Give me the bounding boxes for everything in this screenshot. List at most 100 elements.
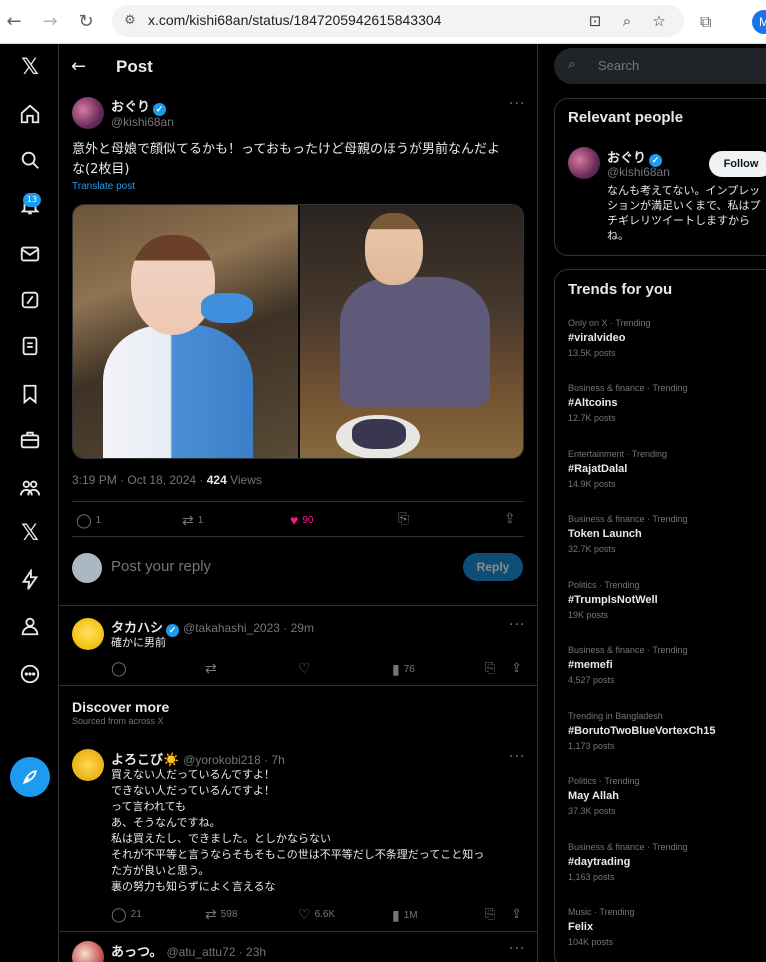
back-arrow-icon[interactable]: ← [4, 12, 24, 32]
lightning-icon[interactable] [14, 564, 46, 596]
repost-action[interactable]: ⇄ [205, 660, 221, 677]
jobs-icon[interactable] [14, 424, 46, 456]
divider [59, 931, 537, 932]
relevant-name[interactable]: おぐり ✓ [607, 147, 663, 167]
relevant-handle[interactable]: @kishi68an [607, 165, 670, 179]
repost-action[interactable]: ⇄ 598 [205, 906, 237, 923]
bookmark-icon[interactable]: ⎘ [485, 906, 495, 922]
reply-author-avatar[interactable] [72, 618, 104, 650]
bookmark-star-icon[interactable]: ☆ [650, 12, 668, 30]
tweet-author-handle[interactable]: @atu_attu72 · 23h [166, 945, 266, 959]
more-options-icon[interactable]: ··· [509, 96, 525, 112]
repost-action[interactable]: ⇄ 1 [182, 512, 203, 529]
photo-1[interactable] [73, 205, 298, 458]
left-sidebar: 𝕏 13 𝕏 [0, 44, 59, 962]
bookmark-icon[interactable]: ⎘ [398, 510, 409, 527]
photo-2[interactable] [300, 205, 523, 458]
trends-card: Trends for you Only on X · Trending #vira… [554, 269, 766, 962]
url-text[interactable]: x.com/kishi68an/status/18472059426158433… [148, 12, 441, 28]
reply-button[interactable]: Reply [463, 553, 523, 581]
bookmark-icon[interactable] [14, 378, 46, 410]
tweet-author-name[interactable]: よろこび☀️ @yorokobi218 · 7h [111, 749, 285, 768]
trend-item[interactable]: Business & finance · Trending Token Launc… [568, 514, 766, 554]
reply-author-name[interactable]: タカハシ ✓ @takahashi_2023 · 29m [111, 617, 314, 637]
trend-item[interactable]: Politics · Trending May Allah 37.3K posts [568, 776, 766, 816]
premium-x-icon[interactable]: 𝕏 [14, 518, 46, 550]
more-icon[interactable] [14, 658, 46, 690]
reply-input[interactable]: Post your reply [111, 558, 211, 575]
back-arrow-icon[interactable]: ← [71, 56, 86, 77]
divider [72, 536, 524, 537]
author-name[interactable]: おぐり ✓ [111, 96, 167, 116]
search-icon: ⌕ [568, 57, 576, 72]
views-action[interactable]: ▮ 76 [392, 661, 415, 678]
search-input[interactable]: ⌕ Search [554, 48, 766, 84]
relevant-avatar[interactable] [568, 147, 600, 179]
tweet-author-name[interactable]: あっつ。 @atu_attu72 · 23h [111, 941, 266, 960]
trend-item[interactable]: Politics · Trending #TrumpIsNotWell 19K po… [568, 580, 766, 620]
zoom-icon[interactable]: ⌕ [618, 12, 636, 30]
bookmark-icon[interactable]: ⎘ [485, 660, 495, 676]
translate-post-link[interactable]: Translate post [72, 181, 135, 192]
tweet-author-handle[interactable]: @yorokobi218 · 7h [183, 753, 285, 767]
heart-icon: ♡ [298, 660, 311, 676]
reply-icon: ◯ [111, 660, 127, 676]
grok-icon[interactable] [14, 284, 46, 316]
relevant-people-title: Relevant people [568, 109, 684, 126]
browser-toolbar: ← → ↻ ⚙ x.com/kishi68an/status/184720594… [0, 0, 766, 44]
author-handle[interactable]: @kishi68an [111, 115, 174, 129]
trend-item[interactable]: Only on X · Trending #viralvideo 13.5K pos… [568, 318, 766, 358]
trend-item[interactable]: Entertainment · Trending #RajatDalal 14.9K… [568, 449, 766, 489]
trend-item[interactable]: Music · Trending Felix 104K posts [568, 907, 766, 947]
compose-post-button[interactable] [10, 757, 50, 797]
like-action[interactable]: ♡ [298, 660, 315, 677]
share-icon[interactable]: ⇪ [504, 510, 516, 527]
browser-profile-avatar[interactable]: M [752, 10, 766, 34]
profile-icon[interactable] [14, 610, 46, 642]
more-options-icon[interactable]: ··· [509, 941, 525, 957]
author-avatar[interactable] [72, 97, 104, 129]
reply-action[interactable]: ◯ 21 [111, 906, 142, 923]
trend-item[interactable]: Trending in Bangladesh #BorutoTwoBlueVort… [568, 711, 766, 751]
share-icon[interactable]: ⇪ [511, 660, 522, 676]
home-icon[interactable] [14, 98, 46, 130]
reply-action[interactable]: ◯ 1 [76, 512, 101, 529]
main-column: ← Post おぐり ✓ @kishi68an ··· 意外と母娘で顔似てるかも！… [59, 44, 538, 962]
reply-action[interactable]: ◯ [111, 660, 131, 677]
like-action[interactable]: ♡ 6.6K [298, 906, 335, 923]
install-app-icon[interactable]: ⊡ [586, 12, 604, 30]
trend-item[interactable]: Business & finance · Trending #memefi 4,52… [568, 645, 766, 685]
x-logo-icon[interactable]: 𝕏 [14, 52, 46, 84]
post-timestamp: 3:19 PM · Oct 18, 2024 · 424 Views [72, 473, 262, 487]
tweet-author-avatar[interactable] [72, 941, 104, 962]
mail-icon[interactable] [14, 238, 46, 270]
site-info-icon[interactable]: ⚙ [122, 13, 138, 29]
reply-icon: ◯ [111, 906, 127, 922]
views-action[interactable]: ▮ 1M [392, 907, 418, 924]
right-sidebar: ⌕ Search Relevant people おぐり ✓ @kishi68an… [538, 44, 766, 962]
more-options-icon[interactable]: ··· [509, 617, 525, 633]
relevant-bio: なんも考えてない。インプレッションが満足いくまで、私はプチギレリツイートしますか… [607, 184, 761, 242]
bar-chart-icon: ▮ [392, 907, 400, 923]
extensions-icon[interactable]: ⧉ [700, 12, 720, 32]
like-action[interactable]: ♥ 90 [290, 512, 313, 528]
follow-button[interactable]: Follow [709, 151, 766, 177]
address-bar[interactable]: ⚙ x.com/kishi68an/status/184720594261584… [112, 5, 684, 37]
notification-count-badge: 13 [23, 193, 41, 207]
trend-item[interactable]: Business & finance · Trending #Altcoins 12… [568, 383, 766, 423]
page-title: Post [116, 57, 153, 76]
reply-author-handle[interactable]: @takahashi_2023 · 29m [183, 621, 314, 635]
trend-item[interactable]: Business & finance · Trending #daytrading… [568, 842, 766, 882]
lists-icon[interactable] [14, 330, 46, 362]
heart-filled-icon: ♥ [290, 512, 299, 528]
post-media[interactable] [72, 204, 524, 459]
reload-icon[interactable]: ↻ [76, 12, 96, 32]
search-icon[interactable] [14, 144, 46, 176]
tweet-author-avatar[interactable] [72, 749, 104, 781]
divider [59, 685, 537, 686]
communities-icon[interactable] [14, 472, 46, 504]
reply-icon: ◯ [76, 512, 92, 528]
more-options-icon[interactable]: ··· [509, 749, 525, 765]
forward-arrow-icon[interactable]: → [40, 12, 60, 32]
share-icon[interactable]: ⇪ [511, 906, 522, 922]
